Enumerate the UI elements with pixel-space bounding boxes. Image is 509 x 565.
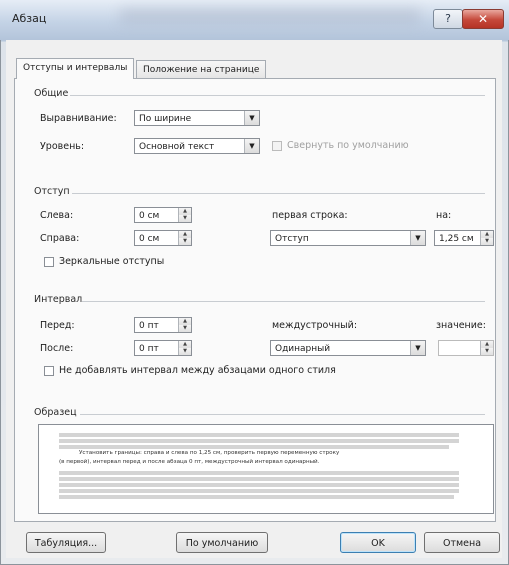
spin-down-icon[interactable]: ▼ xyxy=(481,238,493,245)
close-button[interactable]: ✕ xyxy=(462,9,504,29)
spin-up-icon[interactable]: ▲ xyxy=(481,231,493,238)
line-spacing-value: Одинарный xyxy=(275,344,331,354)
spacing-after-spinner[interactable]: ▲ ▼ xyxy=(178,341,191,355)
indent-by-label: на: xyxy=(436,210,452,221)
general-divider xyxy=(70,95,485,96)
tab-line-page-breaks[interactable]: Положение на странице xyxy=(136,60,267,79)
cancel-button[interactable]: Отмена xyxy=(424,532,500,553)
spin-up-icon[interactable]: ▲ xyxy=(179,318,191,325)
spacing-value-field[interactable]: ▲ ▼ xyxy=(438,340,494,356)
general-heading: Общие xyxy=(34,88,69,99)
level-dropdown[interactable]: Основной текст ▼ xyxy=(134,138,260,154)
spin-down-icon[interactable]: ▼ xyxy=(179,348,191,355)
first-line-dropdown[interactable]: Отступ ▼ xyxy=(270,230,426,246)
mirror-indents-checkbox[interactable] xyxy=(44,257,54,267)
spacing-divider xyxy=(82,301,485,302)
indent-left-spinner[interactable]: ▲ ▼ xyxy=(178,208,191,222)
spacing-heading: Интервал xyxy=(34,294,83,305)
chevron-down-icon[interactable]: ▼ xyxy=(410,341,425,355)
preview-gray-line xyxy=(59,489,459,493)
indent-by-value: 1,25 см xyxy=(439,234,474,244)
spacing-before-label: Перед: xyxy=(40,320,75,331)
spacing-after-value: 0 пт xyxy=(139,344,159,354)
spacing-before-spinner[interactable]: ▲ ▼ xyxy=(178,318,191,332)
title-bar-glow xyxy=(120,8,420,24)
set-default-button[interactable]: По умолчанию xyxy=(176,532,268,553)
alignment-label: Выравнивание: xyxy=(40,113,117,124)
spin-down-icon[interactable]: ▼ xyxy=(481,348,493,355)
indent-right-label: Справа: xyxy=(40,233,80,244)
indent-by-spinner[interactable]: ▲ ▼ xyxy=(480,231,493,245)
spin-down-icon[interactable]: ▼ xyxy=(179,238,191,245)
line-spacing-label: междустрочный: xyxy=(272,320,358,331)
preview-sample-line: Установить границы: справа и слева по 1,… xyxy=(79,450,340,456)
chevron-down-icon[interactable]: ▼ xyxy=(244,111,259,125)
indent-divider xyxy=(72,193,485,194)
preview-gray-line xyxy=(59,445,449,449)
dialog-title: Абзац xyxy=(12,12,47,25)
preview-gray-line xyxy=(59,495,454,499)
no-space-checkbox[interactable] xyxy=(44,366,54,376)
preview-gray-line xyxy=(59,433,459,437)
indent-right-value: 0 см xyxy=(139,234,160,244)
level-label: Уровень: xyxy=(40,141,85,152)
ok-button[interactable]: OK xyxy=(340,532,416,553)
collapse-checkbox[interactable] xyxy=(272,141,282,151)
spin-down-icon[interactable]: ▼ xyxy=(179,325,191,332)
chevron-down-icon[interactable]: ▼ xyxy=(244,139,259,153)
first-line-label: первая строка: xyxy=(272,210,348,221)
spacing-before-field[interactable]: 0 пт ▲ ▼ xyxy=(134,317,192,333)
preview-gray-line xyxy=(59,477,459,481)
spacing-after-field[interactable]: 0 пт ▲ ▼ xyxy=(134,340,192,356)
indent-by-field[interactable]: 1,25 см ▲ ▼ xyxy=(434,230,494,246)
indent-right-spinner[interactable]: ▲ ▼ xyxy=(178,231,191,245)
preview-gray-line xyxy=(59,471,459,475)
spacing-value-spinner[interactable]: ▲ ▼ xyxy=(480,341,493,355)
indent-left-label: Слева: xyxy=(40,210,74,221)
indent-heading: Отступ xyxy=(34,186,70,197)
help-button[interactable]: ? xyxy=(433,9,463,29)
spacing-before-value: 0 пт xyxy=(139,321,159,331)
indent-left-value: 0 см xyxy=(139,211,160,221)
indent-right-field[interactable]: 0 см ▲ ▼ xyxy=(134,230,192,246)
spin-up-icon[interactable]: ▲ xyxy=(481,341,493,348)
line-spacing-dropdown[interactable]: Одинарный ▼ xyxy=(270,340,426,356)
spacing-after-label: После: xyxy=(40,343,74,354)
level-value: Основной текст xyxy=(139,142,215,152)
alignment-value: По ширине xyxy=(139,114,192,124)
tabs-button[interactable]: Табуляция... xyxy=(26,532,106,553)
spin-up-icon[interactable]: ▲ xyxy=(179,208,191,215)
preview-divider xyxy=(80,414,485,415)
preview-box: Установить границы: справа и слева по 1,… xyxy=(38,424,494,514)
tab-indents-spacing[interactable]: Отступы и интервалы xyxy=(16,58,135,79)
alignment-dropdown[interactable]: По ширине ▼ xyxy=(134,110,260,126)
mirror-indents-label: Зеркальные отступы xyxy=(59,256,165,267)
no-space-label: Не добавлять интервал между абзацами одн… xyxy=(59,365,336,376)
first-line-value: Отступ xyxy=(275,234,309,244)
spin-up-icon[interactable]: ▲ xyxy=(179,231,191,238)
spacing-value-label: значение: xyxy=(436,320,486,331)
preview-sample-line: (в первой), интервал перед и после абзац… xyxy=(59,459,320,465)
chevron-down-icon[interactable]: ▼ xyxy=(410,231,425,245)
preview-heading: Образец xyxy=(34,407,77,418)
preview-gray-line xyxy=(59,439,459,443)
spin-down-icon[interactable]: ▼ xyxy=(179,215,191,222)
collapse-label: Свернуть по умолчанию xyxy=(287,140,409,151)
indent-left-field[interactable]: 0 см ▲ ▼ xyxy=(134,207,192,223)
preview-gray-line xyxy=(59,483,459,487)
spin-up-icon[interactable]: ▲ xyxy=(179,341,191,348)
